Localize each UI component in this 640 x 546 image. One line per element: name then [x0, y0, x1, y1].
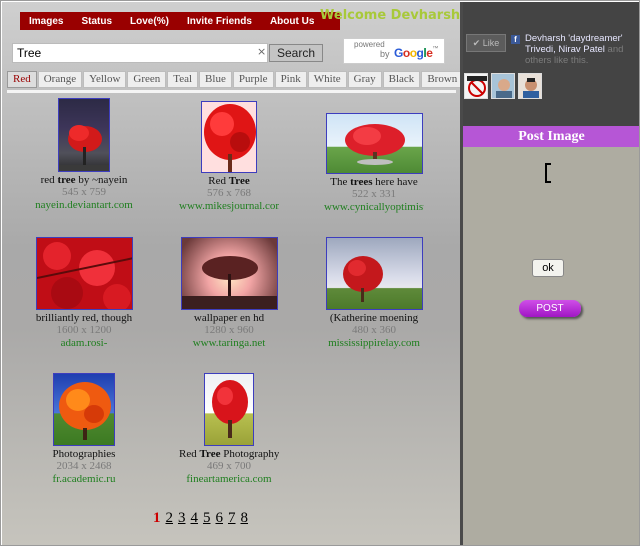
like-summary: Devharsh 'daydreamer' Trivedi, Nirav Pat…	[525, 33, 624, 66]
check-icon: ✔	[472, 38, 481, 48]
tab-yellow[interactable]: Yellow	[83, 71, 127, 88]
result-thumbnail[interactable]	[58, 98, 110, 172]
post-button[interactable]: POST	[519, 300, 581, 317]
result-dimensions: 576 x 768	[207, 187, 251, 199]
result-dimensions: 545 x 759	[62, 186, 106, 198]
result-thumbnail[interactable]	[204, 373, 254, 446]
result-dimensions: 1600 x 1200	[56, 324, 112, 336]
app-window: Images Status Love(%) Invite Friends Abo…	[0, 0, 640, 546]
result-item[interactable]: Photographies 2034 x 2468 fr.academic.ru	[34, 373, 134, 486]
left-panel: Images Status Love(%) Invite Friends Abo…	[2, 2, 615, 545]
page-link[interactable]: 3	[178, 510, 186, 527]
result-item[interactable]: The trees here have 522 x 331 www.cynica…	[324, 113, 424, 214]
page-current: 1	[153, 510, 161, 526]
result-item[interactable]: Red Tree Photography 469 x 700 fineartam…	[179, 373, 279, 486]
google-logo: Google™	[394, 46, 438, 60]
result-item[interactable]: (Katherine moening 480 x 360 mississippi…	[324, 237, 424, 350]
result-source-link[interactable]: www.cynicallyoptimistic.com	[324, 201, 424, 214]
result-thumbnail[interactable]	[325, 113, 423, 174]
nav-status[interactable]: Status	[72, 16, 121, 27]
nav-love[interactable]: Love(%)	[121, 16, 178, 27]
search-input[interactable]: Tree	[12, 43, 268, 63]
result-dimensions: 480 x 360	[352, 324, 396, 336]
page-link[interactable]: 5	[203, 510, 211, 527]
result-thumbnail[interactable]	[201, 101, 257, 173]
tab-purple[interactable]: Purple	[232, 71, 274, 88]
result-source-link[interactable]: mississippirelay.com	[324, 337, 424, 350]
result-item[interactable]: wallpaper en hd 1280 x 960 www.taringa.n…	[179, 237, 279, 350]
result-caption: brilliantly red, though	[35, 312, 133, 324]
post-image-heading: Post Image	[463, 126, 639, 147]
tab-black[interactable]: Black	[382, 71, 421, 88]
facebook-like-box: ✔ Like f Devharsh 'daydreamer' Trivedi, …	[463, 2, 639, 126]
page-link[interactable]: 4	[191, 510, 199, 527]
tab-brown[interactable]: Brown	[421, 71, 464, 88]
result-caption: Red Tree	[208, 175, 250, 187]
tab-blue[interactable]: Blue	[199, 71, 232, 88]
result-dimensions: 1280 x 960	[204, 324, 254, 336]
avatar[interactable]	[464, 73, 488, 99]
result-item[interactable]: Red Tree 576 x 768 www.mikesjournal.com	[179, 101, 279, 213]
tab-pink[interactable]: Pink	[274, 71, 307, 88]
color-filter-tabs: Red Orange Yellow Green Teal Blue Purple…	[7, 71, 464, 89]
tab-green[interactable]: Green	[127, 71, 167, 88]
result-item[interactable]: brilliantly red, though 1600 x 1200 adam…	[34, 237, 134, 350]
page-link[interactable]: 7	[228, 510, 236, 527]
result-source-link[interactable]: www.mikesjournal.com	[179, 200, 279, 213]
result-source-link[interactable]: nayein.deviantart.com	[34, 199, 134, 212]
clear-search-icon[interactable]: ×	[257, 45, 266, 58]
page-link[interactable]: 8	[241, 510, 249, 527]
result-source-link[interactable]: fineartamerica.com	[179, 473, 279, 486]
result-caption: Red Tree Photography	[179, 448, 279, 460]
tab-teal[interactable]: Teal	[167, 71, 199, 88]
result-caption: Photographies	[52, 448, 116, 460]
tab-red[interactable]: Red	[7, 71, 37, 88]
result-source-link[interactable]: fr.academic.ru	[34, 473, 134, 486]
result-item[interactable]: red tree by ~nayein 545 x 759 nayein.dev…	[34, 98, 134, 212]
avatar[interactable]	[491, 73, 515, 99]
like-button[interactable]: ✔ Like	[466, 34, 506, 52]
page-link[interactable]: 6	[216, 510, 224, 527]
tab-orange[interactable]: Orange	[37, 71, 83, 88]
result-thumbnail[interactable]	[325, 237, 423, 310]
powered-text: powered	[354, 40, 385, 49]
google-branding: powered by Google™	[343, 38, 445, 64]
search-button[interactable]: Search	[269, 44, 323, 62]
by-text: by	[380, 49, 390, 59]
nav-invite-friends[interactable]: Invite Friends	[178, 16, 261, 27]
result-caption: The trees here have	[330, 176, 418, 188]
result-caption: (Katherine moening	[329, 312, 419, 324]
result-caption: red tree by ~nayein	[40, 174, 128, 186]
avatar[interactable]	[518, 73, 542, 99]
tab-gray[interactable]: Gray	[347, 71, 382, 88]
result-source-link[interactable]: www.taringa.net	[179, 337, 279, 350]
result-thumbnail[interactable]	[180, 237, 278, 310]
loading-icon	[545, 163, 551, 183]
result-dimensions: 2034 x 2468	[56, 460, 112, 472]
nav-images[interactable]: Images	[20, 16, 72, 27]
top-nav: Images Status Love(%) Invite Friends Abo…	[20, 12, 340, 30]
result-thumbnail[interactable]	[53, 373, 115, 446]
nav-about-us[interactable]: About Us	[261, 16, 323, 27]
tab-divider	[7, 90, 456, 93]
result-dimensions: 469 x 700	[207, 460, 251, 472]
result-thumbnail[interactable]	[35, 237, 133, 310]
page-link[interactable]: 2	[166, 510, 174, 527]
facebook-icon: f	[511, 35, 520, 44]
result-caption: wallpaper en hd	[193, 312, 265, 324]
ok-button[interactable]: ok	[532, 259, 564, 277]
result-source-link[interactable]: adam.rosi-	[34, 337, 134, 350]
pagination: 1 2 3 4 5 6 7 8	[153, 510, 253, 527]
tab-white[interactable]: White	[307, 71, 347, 88]
post-image-panel: ok POST	[463, 147, 639, 545]
result-dimensions: 522 x 331	[352, 188, 396, 200]
